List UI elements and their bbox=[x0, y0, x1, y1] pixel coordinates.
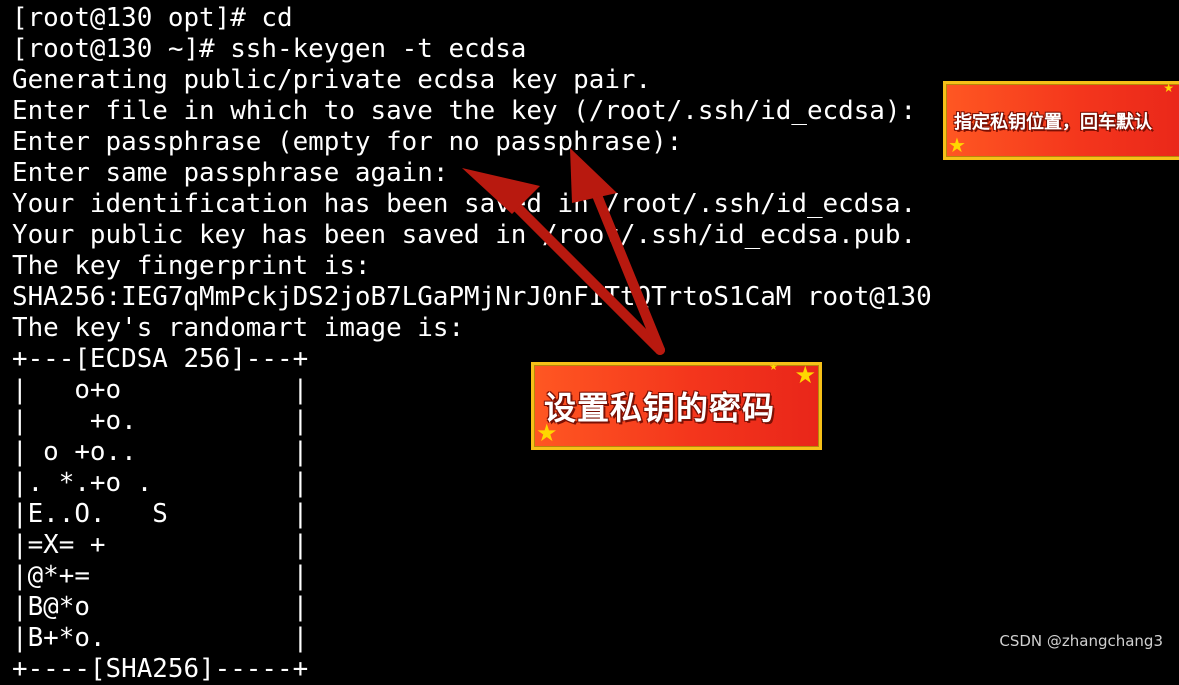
passphrase-callout-text: 设置私钥的密码 bbox=[544, 389, 776, 427]
key-location-callout: 指定私钥位置，回车默认 ★ ★ bbox=[943, 81, 1179, 160]
key-location-callout-text: 指定私钥位置，回车默认 bbox=[954, 111, 1152, 133]
star-icon: ★ bbox=[769, 362, 779, 373]
star-icon: ★ bbox=[948, 133, 966, 157]
csdn-watermark: CSDN @zhangchang3 bbox=[999, 632, 1163, 650]
star-icon: ★ bbox=[1163, 81, 1174, 95]
terminal-line: |@*+= | bbox=[12, 561, 309, 591]
terminal-line: |. *.+o . | bbox=[12, 468, 309, 498]
terminal-line: The key's randomart image is: bbox=[12, 313, 465, 343]
star-icon: ★ bbox=[794, 362, 817, 389]
terminal-output: [root@130 opt]# cd [root@130 ~]# ssh-keyg… bbox=[12, 3, 932, 685]
star-icon: ★ bbox=[536, 419, 559, 447]
terminal-line: Enter file in which to save the key (/ro… bbox=[12, 96, 917, 126]
terminal-line: SHA256:IEG7qMmPckjDS2joB7LGaPMjNrJ0nFITt… bbox=[12, 282, 932, 312]
terminal-line: Enter same passphrase again: bbox=[12, 158, 449, 188]
terminal-line: The key fingerprint is: bbox=[12, 251, 371, 281]
terminal-line: [root@130 opt]# cd bbox=[12, 3, 293, 33]
terminal-line: |B@*o | bbox=[12, 592, 309, 622]
terminal-line: Generating public/private ecdsa key pair… bbox=[12, 65, 652, 95]
terminal-line: |=X= + | bbox=[12, 530, 309, 560]
terminal-line: Your public key has been saved in /root/… bbox=[12, 220, 917, 250]
terminal-line: Enter passphrase (empty for no passphras… bbox=[12, 127, 683, 157]
terminal-line: Your identification has been saved in /r… bbox=[12, 189, 917, 219]
terminal-line: [root@130 ~]# ssh-keygen -t ecdsa bbox=[12, 34, 527, 64]
terminal-line: |B+*o. | bbox=[12, 623, 309, 653]
terminal-line: +----[SHA256]-----+ bbox=[12, 654, 309, 684]
passphrase-callout: 设置私钥的密码 ★ ★ ★ bbox=[531, 362, 822, 450]
terminal-line: |E..O. S | bbox=[12, 499, 309, 529]
